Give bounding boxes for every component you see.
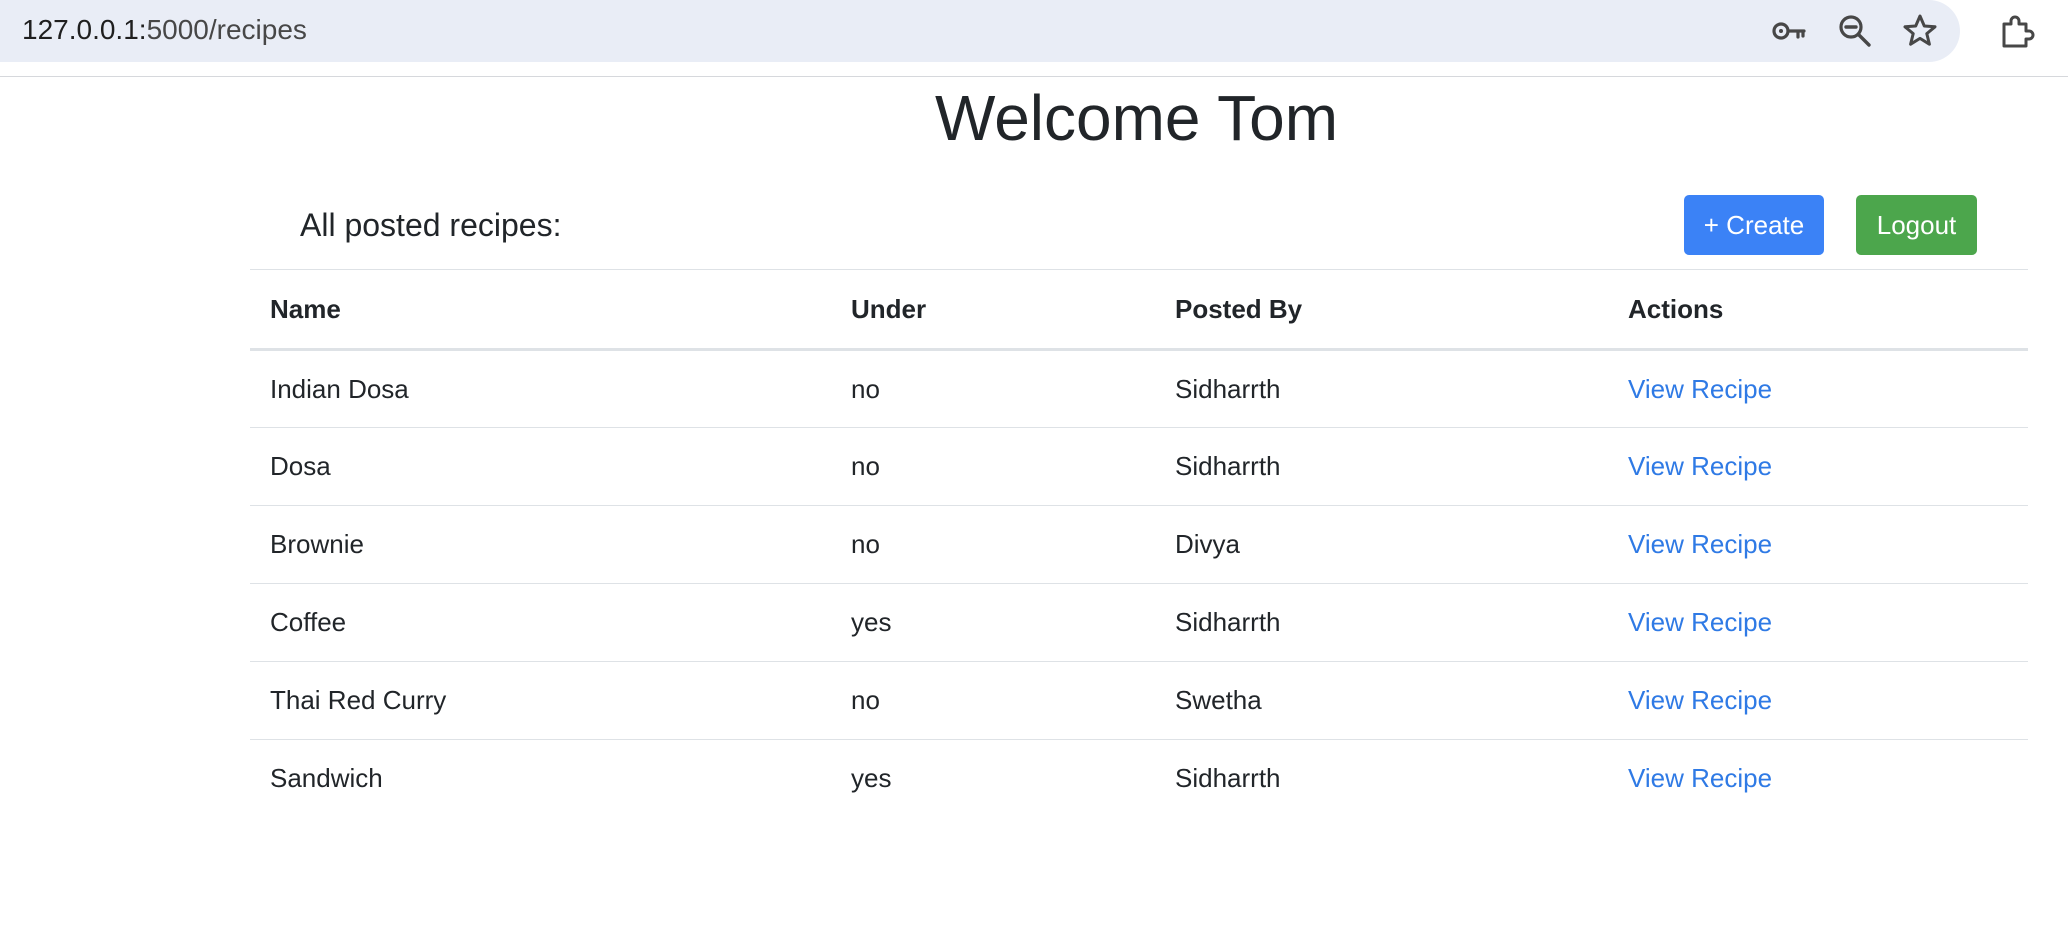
recipe-actions-cell: View Recipe <box>1608 584 2028 662</box>
table-row: Indian Dosa no Sidharrth View Recipe <box>250 350 2028 428</box>
url-path: 5000/recipes <box>146 14 307 45</box>
column-header-name: Name <box>270 293 341 324</box>
table-row: Coffee yes Sidharrth View Recipe <box>250 584 2028 662</box>
recipe-actions-cell: View Recipe <box>1608 428 2028 506</box>
column-header-posted-by: Posted By <box>1175 293 1303 324</box>
recipe-name: Brownie <box>270 529 364 559</box>
table-row: Sandwich yes Sidharrth View Recipe <box>250 740 2028 818</box>
recipe-under: no <box>851 685 880 715</box>
table-row: Brownie no Divya View Recipe <box>250 506 2028 584</box>
zoom-out-icon[interactable] <box>1836 12 1874 50</box>
key-icon[interactable] <box>1770 12 1808 50</box>
view-recipe-link[interactable]: View Recipe <box>1628 763 1772 793</box>
recipe-posted-by: Sidharrth <box>1175 763 1281 794</box>
recipe-name: Dosa <box>270 451 331 481</box>
recipe-actions-cell: View Recipe <box>1608 740 2028 818</box>
recipe-name: Thai Red Curry <box>270 685 447 715</box>
column-header-actions: Actions <box>1628 293 1724 324</box>
table-header-row: Name Under Posted By Actions <box>250 269 2028 350</box>
table-row: Dosa no Sidharrth View Recipe <box>250 428 2028 506</box>
page-title: Welcome Tom <box>934 82 1339 154</box>
logout-button[interactable]: Logout <box>1856 195 1977 255</box>
recipe-actions-cell: View Recipe <box>1608 506 2028 584</box>
recipe-name: Indian Dosa <box>270 373 409 404</box>
recipe-under: yes <box>851 607 892 637</box>
view-recipe-link[interactable]: View Recipe <box>1628 607 1772 637</box>
view-recipe-link[interactable]: View Recipe <box>1628 685 1772 715</box>
column-header-under: Under <box>851 293 927 324</box>
recipe-posted-by: Sidharrth <box>1175 451 1281 481</box>
view-recipe-link[interactable]: View Recipe <box>1628 451 1772 481</box>
recipe-posted-by: Sidharrth <box>1175 607 1281 637</box>
section-label: All posted recipes: <box>300 207 562 243</box>
address-bar[interactable]: 127.0.0.1:5000/recipes <box>0 0 1960 62</box>
table-body: Indian Dosa no Sidharrth View Recipe Dos… <box>250 350 2028 818</box>
url-text[interactable]: 127.0.0.1:5000/recipes <box>22 13 307 47</box>
recipe-actions-cell: View Recipe <box>1608 350 2028 428</box>
recipe-under: no <box>851 373 880 404</box>
recipe-posted-by: Swetha <box>1175 685 1262 715</box>
recipe-under: no <box>851 529 880 559</box>
recipe-name: Sandwich <box>270 763 383 794</box>
extensions-icon[interactable] <box>1998 12 2036 50</box>
recipe-under: yes <box>851 763 892 794</box>
view-recipe-link[interactable]: View Recipe <box>1628 374 1772 404</box>
url-host: 127.0.0.1: <box>22 14 147 45</box>
recipe-actions-cell: View Recipe <box>1608 662 2028 740</box>
table-header: Name Under Posted By Actions <box>250 269 2028 350</box>
recipe-under: no <box>851 451 880 481</box>
recipe-name: Coffee <box>270 607 347 637</box>
recipe-posted-by: Sidharrth <box>1175 373 1281 404</box>
view-recipe-link[interactable]: View Recipe <box>1628 529 1772 559</box>
recipe-posted-by: Divya <box>1175 529 1241 559</box>
recipes-table: Name Under Posted By Actions Indian Dosa… <box>250 269 2028 818</box>
browser-toolbar: 127.0.0.1:5000/recipes <box>0 0 2068 77</box>
create-button[interactable]: + Create <box>1684 195 1824 255</box>
star-icon[interactable] <box>1901 12 1939 50</box>
table-row: Thai Red Curry no Swetha View Recipe <box>250 662 2028 740</box>
